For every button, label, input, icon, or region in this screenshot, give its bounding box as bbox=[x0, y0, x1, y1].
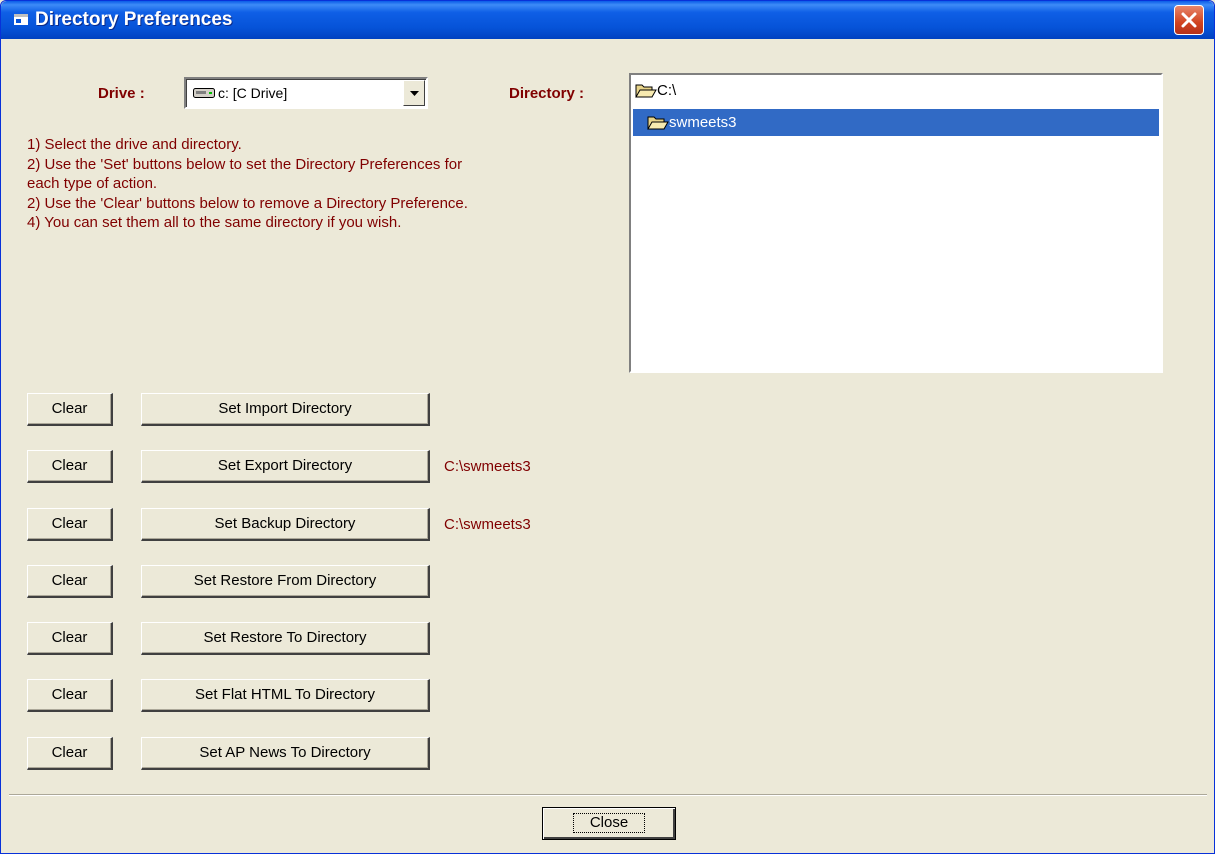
set-restore-from-directory-button[interactable]: Set Restore From Directory bbox=[141, 565, 430, 598]
set-flat-html-directory-button[interactable]: Set Flat HTML To Directory bbox=[141, 679, 430, 712]
set-ap-news-directory-button[interactable]: Set AP News To Directory bbox=[141, 737, 430, 770]
directory-item-swmeets3[interactable]: swmeets3 bbox=[633, 109, 1159, 136]
clear-restore-to-button[interactable]: Clear bbox=[27, 622, 113, 655]
set-import-directory-button[interactable]: Set Import Directory bbox=[141, 393, 430, 426]
directory-preferences-window: Directory Preferences Drive : c: [C Driv… bbox=[0, 0, 1215, 854]
set-backup-directory-button[interactable]: Set Backup Directory bbox=[141, 508, 430, 541]
directory-item-label: swmeets3 bbox=[669, 114, 737, 131]
window-icon bbox=[14, 14, 28, 25]
set-restore-to-directory-button[interactable]: Set Restore To Directory bbox=[141, 622, 430, 655]
clear-restore-from-button[interactable]: Clear bbox=[27, 565, 113, 598]
clear-export-button[interactable]: Clear bbox=[27, 450, 113, 483]
drive-select-value: c: [C Drive] bbox=[218, 85, 288, 101]
drive-label: Drive : bbox=[98, 85, 145, 102]
close-icon bbox=[1181, 12, 1197, 28]
window-close-button[interactable] bbox=[1174, 5, 1204, 35]
drive-select[interactable]: c: [C Drive] bbox=[184, 77, 428, 109]
directory-list[interactable]: C:\ swmeets3 bbox=[629, 73, 1163, 373]
set-export-directory-button[interactable]: Set Export Directory bbox=[141, 450, 430, 483]
instruction-line: 4) You can set them all to the same dire… bbox=[27, 214, 402, 231]
directory-label: Directory : bbox=[509, 85, 585, 102]
directory-item-root[interactable]: C:\ bbox=[633, 77, 1159, 104]
instruction-line: 2) Use the 'Set' buttons below to set th… bbox=[27, 155, 463, 173]
title-bar[interactable]: Directory Preferences bbox=[1, 1, 1214, 39]
directory-item-label: C:\ bbox=[657, 82, 677, 99]
instruction-line: 2) Use the 'Clear' buttons below to remo… bbox=[27, 194, 468, 212]
instruction-line: 1) Select the drive and directory. bbox=[27, 136, 242, 153]
footer-divider bbox=[9, 794, 1207, 796]
clear-backup-button[interactable]: Clear bbox=[27, 508, 113, 541]
window-title: Directory Preferences bbox=[35, 9, 233, 30]
hard-drive-icon bbox=[193, 88, 215, 98]
clear-flat-html-button[interactable]: Clear bbox=[27, 679, 113, 712]
backup-directory-path: C:\swmeets3 bbox=[444, 516, 531, 533]
instruction-line: each type of action. bbox=[27, 175, 158, 192]
clear-import-button[interactable]: Clear bbox=[27, 393, 113, 426]
instructions: 1) Select the drive and directory. 2) Us… bbox=[27, 135, 627, 233]
clear-ap-news-button[interactable]: Clear bbox=[27, 737, 113, 770]
drive-dropdown-button[interactable] bbox=[403, 80, 425, 106]
close-button[interactable]: Close bbox=[542, 807, 676, 840]
chevron-down-icon bbox=[410, 91, 419, 96]
open-folder-icon bbox=[647, 116, 669, 130]
open-folder-icon bbox=[635, 84, 657, 98]
close-button-label: Close bbox=[572, 813, 646, 833]
export-directory-path: C:\swmeets3 bbox=[444, 458, 531, 475]
